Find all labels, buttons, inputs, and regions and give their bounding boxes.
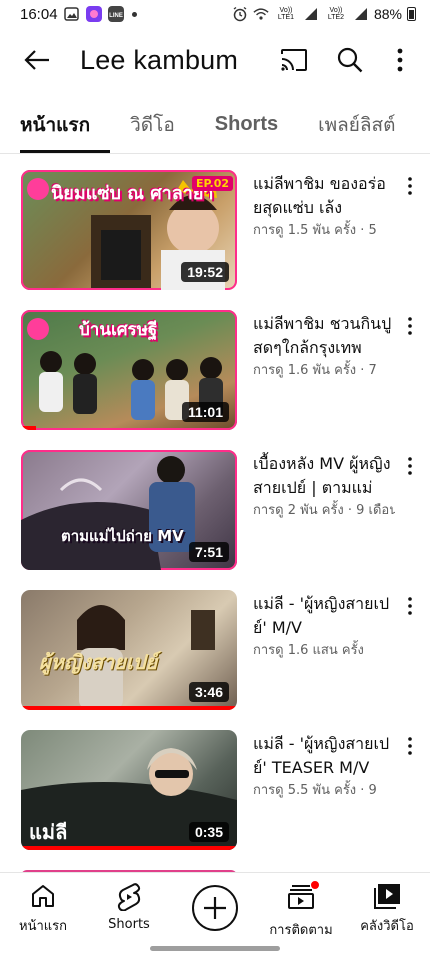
subscriptions-icon-wrap <box>287 880 320 913</box>
nav-shorts-label: Shorts <box>108 917 150 932</box>
create-icon <box>204 896 226 919</box>
lte2-indicator: Vo)) LTE2 <box>327 7 345 21</box>
home-icon <box>32 885 54 907</box>
video-meta: การดู 1.6 พัน ครั้ง · 7 <box>253 363 377 378</box>
video-thumbnail[interactable]: ตามแม่ไปถ่าย MV 7:51 <box>21 450 237 570</box>
video-duration: 3:46 <box>188 682 229 702</box>
thumbnail-title-text: ตามแม่ไปถ่าย MV <box>61 527 184 545</box>
signal-icon <box>303 6 319 22</box>
channel-title: Lee kambum <box>80 44 239 75</box>
video-menu-button[interactable] <box>400 734 420 758</box>
video-item[interactable]: ตามแม่ไปถ่าย MV 7:51 เบื้องหลัง MV ผู้หญ… <box>0 446 430 586</box>
video-menu-button[interactable] <box>400 454 420 478</box>
video-title[interactable]: แม่ลีพาชิม ชวนกินปูสดๆใกล้กรุงเทพ <box>253 312 395 360</box>
gesture-bar[interactable] <box>150 946 280 951</box>
more-options-button[interactable] <box>378 32 422 88</box>
lte1-indicator: Vo)) LTE1 <box>277 7 295 21</box>
nav-create[interactable] <box>172 873 258 942</box>
video-title[interactable]: แม่ลี - 'ผู้หญิงสายเปย์' M/V <box>253 592 395 640</box>
battery-icon <box>407 7 416 21</box>
cast-button[interactable] <box>266 32 322 88</box>
status-time: 16:04 <box>20 5 58 23</box>
watch-progress-bar <box>21 846 237 850</box>
svg-text:LINE: LINE <box>109 13 123 19</box>
video-meta: การดู 1.5 พัน ครั้ง · 5 <box>253 223 377 238</box>
search-button[interactable] <box>322 32 378 88</box>
more-vert-icon <box>408 457 412 475</box>
gallery-icon <box>64 6 80 22</box>
video-duration: 7:51 <box>188 542 229 562</box>
video-menu-button[interactable] <box>400 174 420 198</box>
cast-icon <box>281 49 307 71</box>
status-bar: 16:04 LINE Vo)) LTE1 Vo)) LTE2 88% <box>0 0 430 28</box>
more-notifications-icon <box>131 11 137 17</box>
nav-library-label: คลังวิดีโอ <box>360 919 414 934</box>
video-meta: การดู 2 พัน ครั้ง · 9 เดือน <box>253 503 395 518</box>
thumbnail-title-text: นิยมแซ่บ ณ ศาลายา <box>51 183 214 204</box>
video-item[interactable]: ผู้หญิงสายเปย์ 3:46 แม่ลี - 'ผู้หญิงสายเ… <box>0 586 430 726</box>
tab-videos[interactable]: วิดีโอ <box>110 96 195 153</box>
video-title[interactable]: เบื้องหลัง MV ผู้หญิงสายเปย์ | ตามแม่ <box>253 452 395 500</box>
nav-shorts[interactable]: Shorts <box>86 873 172 942</box>
nav-home[interactable]: หน้าแรก <box>0 873 86 942</box>
video-thumbnail[interactable]: บ้านเศรษฐี 11:01 <box>21 310 237 430</box>
wifi-icon <box>253 6 269 22</box>
video-title[interactable]: แม่ลีพาชิม ของอร่อยสุดแซ่บ เล้ง <box>253 172 395 220</box>
video-duration: 11:01 <box>181 402 229 422</box>
search-icon <box>337 47 363 73</box>
signal2-icon <box>353 6 369 22</box>
watch-progress-bar <box>21 426 37 430</box>
battery-percent: 88% <box>373 6 402 22</box>
video-duration: 19:52 <box>181 262 229 282</box>
video-duration: 0:35 <box>188 822 229 842</box>
alarm-icon <box>232 6 248 22</box>
thumbnail-title-text: ผู้หญิงสายเปย์ <box>39 650 158 674</box>
video-item[interactable]: นิยมแซ่บ ณ ศาลายา EP.02 19:52 แม่ลีพาชิม… <box>0 166 430 306</box>
nav-library[interactable]: คลังวิดีโอ <box>344 873 430 942</box>
video-thumbnail[interactable]: นิยมแซ่บ ณ ศาลายา EP.02 19:52 <box>21 170 237 290</box>
back-arrow-icon <box>24 50 49 70</box>
video-meta: การดู 1.6 แสน ครั้ง <box>253 643 364 658</box>
more-vert-icon <box>397 48 403 72</box>
tab-shorts[interactable]: Shorts <box>195 96 298 153</box>
thumbnail-episode-badge: EP.02 <box>191 176 233 191</box>
new-content-dot <box>310 880 320 890</box>
line-icon: LINE <box>107 6 124 22</box>
more-vert-icon <box>408 597 412 615</box>
thumbnail-title-text: บ้านเศรษฐี <box>79 320 158 340</box>
app-header: Lee kambum <box>0 30 430 90</box>
nav-subscriptions-label: การติดตาม <box>269 923 333 938</box>
more-vert-icon <box>408 737 412 755</box>
tab-playlists[interactable]: เพลย์ลิสต์ <box>298 96 415 153</box>
nav-subscriptions[interactable]: การติดตาม <box>258 873 344 942</box>
video-menu-button[interactable] <box>400 594 420 618</box>
video-thumbnail[interactable]: ผู้หญิงสายเปย์ 3:46 <box>21 590 237 710</box>
watch-progress-bar <box>21 706 237 710</box>
nav-home-label: หน้าแรก <box>19 919 67 934</box>
video-title[interactable]: แม่ลี - 'ผู้หญิงสายเปย์' TEASER M/V <box>253 732 395 780</box>
shorts-icon <box>117 883 141 911</box>
video-item[interactable]: บ้านเศรษฐี 11:01 แม่ลีพาชิม ชวนกินปูสดๆใ… <box>0 306 430 446</box>
back-button[interactable] <box>8 32 66 88</box>
app-notification-icon <box>85 6 102 22</box>
bottom-navigation: หน้าแรก Shorts การติดตาม คลังวิดีโอ <box>0 872 430 942</box>
video-menu-button[interactable] <box>400 314 420 338</box>
library-icon <box>374 884 400 909</box>
video-meta: การดู 5.5 พัน ครั้ง · 9 <box>253 783 377 798</box>
video-thumbnail[interactable]: แม่ลี 0:35 <box>21 730 237 850</box>
video-item[interactable]: แม่ลี 0:35 แม่ลี - 'ผู้หญิงสายเปย์' TEAS… <box>0 726 430 866</box>
create-button[interactable] <box>192 884 238 931</box>
more-vert-icon <box>408 317 412 335</box>
thumbnail-title-text: แม่ลี <box>29 820 68 844</box>
video-list: นิยมแซ่บ ณ ศาลายา EP.02 19:52 แม่ลีพาชิม… <box>0 166 430 876</box>
tab-home[interactable]: หน้าแรก <box>0 96 111 153</box>
more-vert-icon <box>408 177 412 195</box>
channel-tabs: หน้าแรก วิดีโอ Shorts เพลย์ลิสต์ <box>0 96 430 154</box>
